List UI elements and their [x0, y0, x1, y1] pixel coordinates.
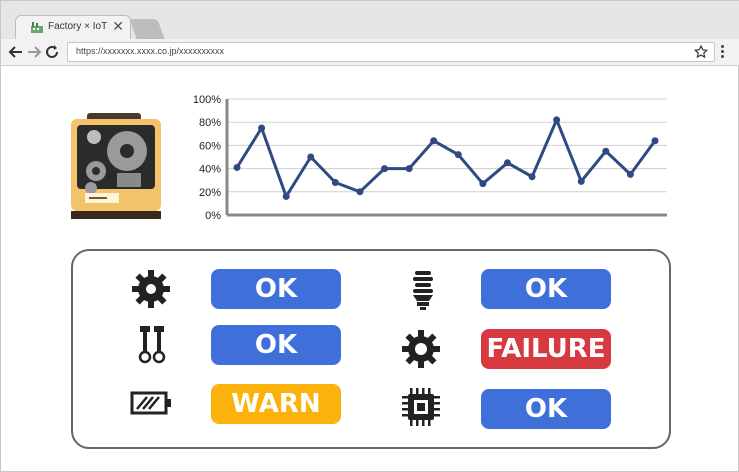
status-badge-battery: WARN — [211, 384, 341, 424]
y-tick-label: 0% — [205, 210, 221, 222]
y-tick-label: 60% — [199, 140, 221, 152]
gear-icon — [132, 270, 170, 308]
data-point — [626, 170, 634, 178]
data-point — [651, 137, 659, 145]
bulb-icon — [413, 271, 433, 310]
back-arrow-icon[interactable] — [7, 43, 25, 61]
battery-icon — [130, 391, 171, 415]
series-line — [235, 115, 657, 200]
data-point — [307, 153, 315, 161]
data-point — [381, 165, 389, 173]
data-point — [479, 180, 487, 188]
status-badge-chip: OK — [481, 389, 611, 429]
bookmark-star-icon[interactable] — [694, 45, 708, 59]
factory-favicon-icon — [31, 22, 43, 33]
address-bar[interactable]: https://xxxxxxx.xxxx.co.jp/xxxxxxxxxx — [67, 42, 715, 62]
data-point — [430, 137, 438, 145]
gear-icon — [402, 330, 440, 368]
menu-kebab-icon[interactable] — [719, 44, 725, 60]
data-point — [602, 147, 610, 155]
data-point — [503, 159, 511, 167]
status-panel: OK OK OK FAILURE WARN OK — [71, 249, 671, 449]
data-point — [405, 165, 413, 173]
data-point — [258, 124, 266, 132]
data-point — [577, 177, 585, 185]
data-point — [233, 163, 241, 171]
status-badge-bolts: OK — [211, 325, 341, 365]
tab-bar: Factory × IoT ✕ — [1, 1, 739, 40]
machine-illustration — [71, 113, 161, 219]
reload-icon[interactable] — [43, 43, 61, 61]
status-badge-gear: OK — [211, 269, 341, 309]
browser-tab[interactable]: Factory × IoT ✕ — [15, 15, 131, 40]
y-tick-label: 20% — [199, 187, 221, 199]
status-badge-gear-failure: FAILURE — [481, 329, 611, 369]
browser-window: Factory × IoT ✕ https://xxxxxxx.xxxx.co.… — [0, 0, 739, 472]
data-point — [553, 116, 561, 124]
bolts-icon — [138, 326, 166, 364]
y-tick-label: 40% — [199, 164, 221, 176]
status-badge-bulb: OK — [481, 269, 611, 309]
data-point — [356, 188, 364, 196]
url-text: https://xxxxxxx.xxxx.co.jp/xxxxxxxxxx — [76, 46, 225, 56]
new-tab-button[interactable] — [129, 19, 165, 39]
forward-arrow-icon[interactable] — [25, 43, 43, 61]
data-point — [528, 173, 536, 181]
chip-icon — [402, 388, 440, 426]
line-chart: 100% 80% 60% 40% 20% 0% — [193, 94, 667, 222]
data-point — [331, 179, 339, 187]
y-tick-label: 100% — [193, 94, 221, 106]
browser-toolbar: https://xxxxxxx.xxxx.co.jp/xxxxxxxxxx — [1, 39, 739, 66]
close-icon[interactable]: ✕ — [112, 18, 124, 35]
y-tick-label: 80% — [199, 117, 221, 129]
tab-title: Factory × IoT — [48, 21, 108, 32]
data-point — [282, 192, 290, 200]
data-point — [454, 151, 462, 159]
